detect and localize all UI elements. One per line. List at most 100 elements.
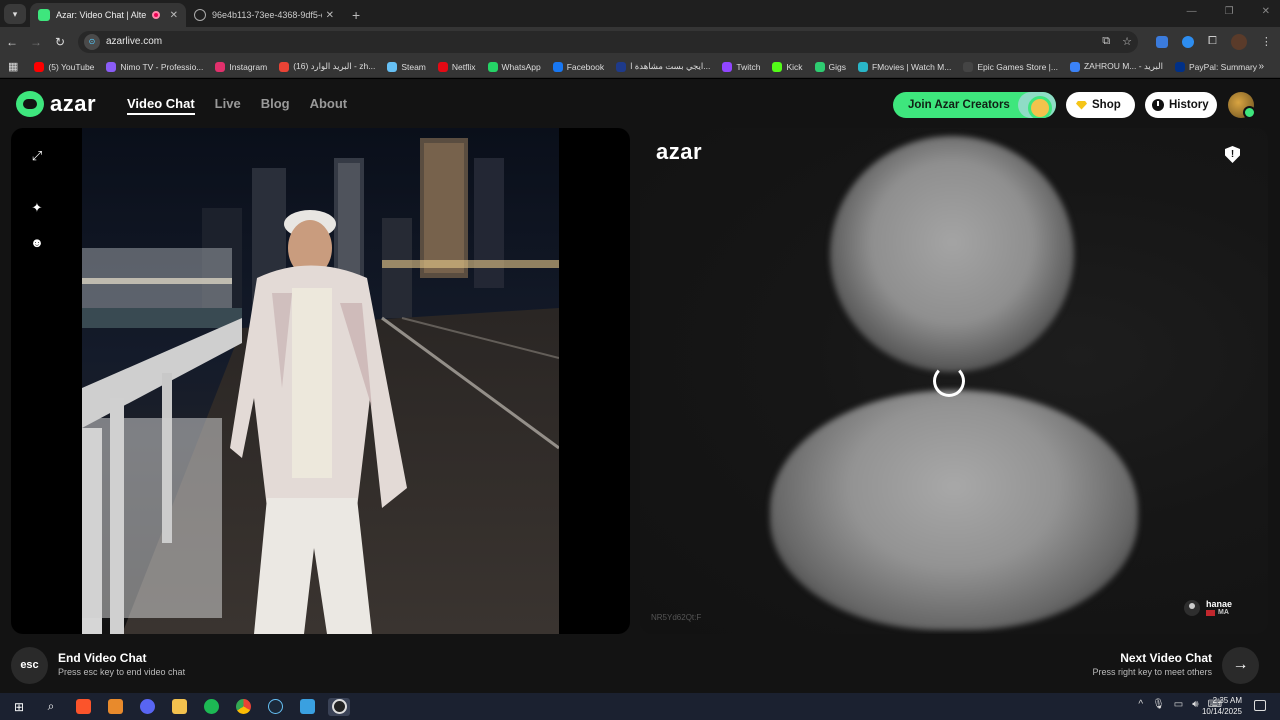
forward-icon[interactable]: → xyxy=(24,35,48,49)
my-video-panel: ⤢ ✦ ☻ xyxy=(11,128,630,634)
apps-grid-icon[interactable]: ▦ xyxy=(8,60,18,73)
fullscreen-swap-icon[interactable]: ⤢ xyxy=(29,148,45,164)
video-tools: ⤢ ✦ ☻ xyxy=(29,148,45,251)
translate-extension-icon[interactable] xyxy=(1156,35,1168,48)
bookmark-label: Twitch xyxy=(736,61,761,72)
bookmark-item[interactable]: ZAHROU M... - البريد xyxy=(1069,61,1164,72)
bookmark-item[interactable]: Kick xyxy=(772,61,803,72)
bookmark-item[interactable]: Twitch xyxy=(722,61,760,72)
end-chat-hint: Press esc key to end video chat xyxy=(58,667,186,677)
effects-sparkle-icon[interactable]: ✦ xyxy=(29,200,45,216)
bookmark-item[interactable]: Netflix xyxy=(437,61,476,72)
tab-second[interactable]: 96e4b113-73ee-4368-9df5-d6 ✕ xyxy=(186,3,342,27)
bookmark-item[interactable]: Nimo TV - Professio... xyxy=(106,61,203,72)
bookmark-item[interactable]: FMovies | Watch M... xyxy=(857,61,952,72)
user-avatar[interactable] xyxy=(1228,92,1256,119)
extension-icon[interactable] xyxy=(1182,35,1194,48)
minimize-icon[interactable]: — xyxy=(1187,6,1197,17)
bookmark-label: Kick xyxy=(786,61,803,72)
bookmark-label: FMovies | Watch M... xyxy=(871,61,952,72)
clock-date: 10/14/2025 xyxy=(1201,707,1242,716)
more-bookmarks-icon[interactable]: » xyxy=(1258,61,1264,72)
bookmark-item[interactable]: PayPal: Summary xyxy=(1175,61,1257,72)
notes-app-icon[interactable] xyxy=(296,698,318,716)
app-launcher-icon[interactable] xyxy=(104,698,126,716)
browser-menu-icon[interactable]: ⋮ xyxy=(1261,35,1272,48)
bookmark-item[interactable]: Instagram xyxy=(215,61,267,72)
bookmark-favicon-icon xyxy=(857,61,868,72)
close-window-icon[interactable]: ✕ xyxy=(1262,6,1270,17)
reload-icon[interactable]: ↻ xyxy=(48,35,72,49)
bookmarks-bar: ▦ (5) YouTube Nimo TV - Professio... Insta… xyxy=(0,56,1280,78)
windows-start-icon[interactable]: ⊞ xyxy=(8,698,30,716)
close-tab-icon[interactable]: ✕ xyxy=(326,10,334,21)
bookmark-favicon-icon xyxy=(552,61,563,72)
bookmark-item[interactable]: Steam xyxy=(387,61,426,72)
bookmark-item[interactable]: WhatsApp xyxy=(487,61,541,72)
history-button[interactable]: History xyxy=(1145,92,1217,118)
tab-azar[interactable]: Azar: Video Chat | Alternati ✕ xyxy=(30,3,186,27)
join-creators-button[interactable]: Join Azar Creators xyxy=(893,92,1056,118)
notification-icon[interactable] xyxy=(1254,700,1266,711)
windows-taskbar: ⊞ ⌕ ^ 🎙︎ ▭ 🔊︎ ⌨ 2:35 AM 10/14/2025 xyxy=(0,693,1280,720)
end-chat-button[interactable]: esc xyxy=(11,647,48,684)
nav-live[interactable]: Live xyxy=(215,96,241,115)
bookmark-item[interactable]: Gigs xyxy=(814,61,846,72)
bookmark-label: البريد الوارد (16) - zh... xyxy=(293,61,376,71)
bookmark-item[interactable]: ايجي بست مشاهدة ا... xyxy=(616,61,710,72)
maximize-icon[interactable]: ❐ xyxy=(1225,6,1234,17)
volume-icon[interactable]: 🔊︎ xyxy=(1192,699,1198,710)
history-label: History xyxy=(1169,99,1209,111)
close-tab-icon[interactable]: ✕ xyxy=(170,10,178,21)
clock-time: 2:35 AM xyxy=(1212,696,1242,705)
chrome-icon[interactable] xyxy=(232,698,254,716)
system-clock[interactable]: 2:35 AM 10/14/2025 xyxy=(1202,695,1242,717)
shop-button[interactable]: Shop xyxy=(1066,92,1135,118)
camera-image xyxy=(82,128,559,634)
nav-about[interactable]: About xyxy=(310,96,348,115)
nav-blog[interactable]: Blog xyxy=(261,96,290,115)
nav-video-chat[interactable]: Video Chat xyxy=(127,96,195,115)
bookmark-item[interactable]: البريد الوارد (16) - zh... xyxy=(279,61,375,72)
extensions-puzzle-icon[interactable]: ⧠ xyxy=(1208,35,1217,48)
next-chat-hint: Press right key to meet others xyxy=(1092,667,1212,677)
bookmark-favicon-icon xyxy=(814,61,825,72)
install-app-icon[interactable]: ⧉ xyxy=(1102,35,1110,48)
bookmark-item[interactable]: Epic Games Store |... xyxy=(963,61,1058,72)
bookmark-star-icon[interactable]: ☆ xyxy=(1122,35,1132,48)
file-explorer-icon[interactable] xyxy=(168,698,190,716)
profile-avatar[interactable] xyxy=(1230,33,1247,50)
bookmark-item[interactable]: Facebook xyxy=(552,61,604,72)
face-mask-icon[interactable]: ☻ xyxy=(29,235,45,251)
peer-info[interactable]: hanae MA xyxy=(1184,599,1232,616)
shop-label: Shop xyxy=(1092,99,1121,111)
browser-tab-bar: ▾ Azar: Video Chat | Alternati ✕ 96e4b11… xyxy=(0,0,1280,27)
next-chat-arrow-icon[interactable]: → xyxy=(1222,647,1259,684)
bookmark-label: (5) YouTube xyxy=(48,61,95,72)
end-chat-title: End Video Chat xyxy=(58,651,147,665)
bookmark-label: ZAHROU M... - البريد xyxy=(1083,61,1164,71)
discord-icon[interactable] xyxy=(136,698,158,716)
bookmark-favicon-icon xyxy=(1175,61,1186,72)
back-icon[interactable]: ← xyxy=(0,35,24,49)
bookmark-favicon-icon xyxy=(963,61,974,72)
spotify-icon[interactable] xyxy=(200,698,222,716)
microphone-icon[interactable]: 🎙︎ xyxy=(1152,699,1165,710)
search-icon[interactable]: ⌕ xyxy=(40,698,62,716)
loading-spinner-icon xyxy=(933,365,965,397)
site-info-icon[interactable]: ⊙ xyxy=(84,33,100,50)
new-tab-button[interactable]: + xyxy=(352,7,360,23)
bookmark-item[interactable]: (5) YouTube xyxy=(34,61,94,72)
brave-browser-icon[interactable] xyxy=(72,698,94,716)
bookmark-list: (5) YouTube Nimo TV - Professio... Instagr… xyxy=(34,61,1269,72)
report-shield-icon[interactable]: ! xyxy=(1225,146,1240,163)
address-bar[interactable]: ⊙ azarlive.com ⧉ ☆ xyxy=(78,30,1138,53)
azar-logo[interactable]: azar xyxy=(16,91,96,117)
obs-recorder-icon[interactable] xyxy=(328,697,350,716)
tray-expand-icon[interactable]: ^ xyxy=(1138,699,1143,710)
network-icon[interactable]: ▭ xyxy=(1174,699,1183,710)
tab-search-button[interactable]: ▾ xyxy=(4,4,26,24)
steam-icon[interactable] xyxy=(264,698,286,716)
azar-favicon-icon xyxy=(38,9,50,21)
peer-country: MA xyxy=(1206,609,1232,616)
